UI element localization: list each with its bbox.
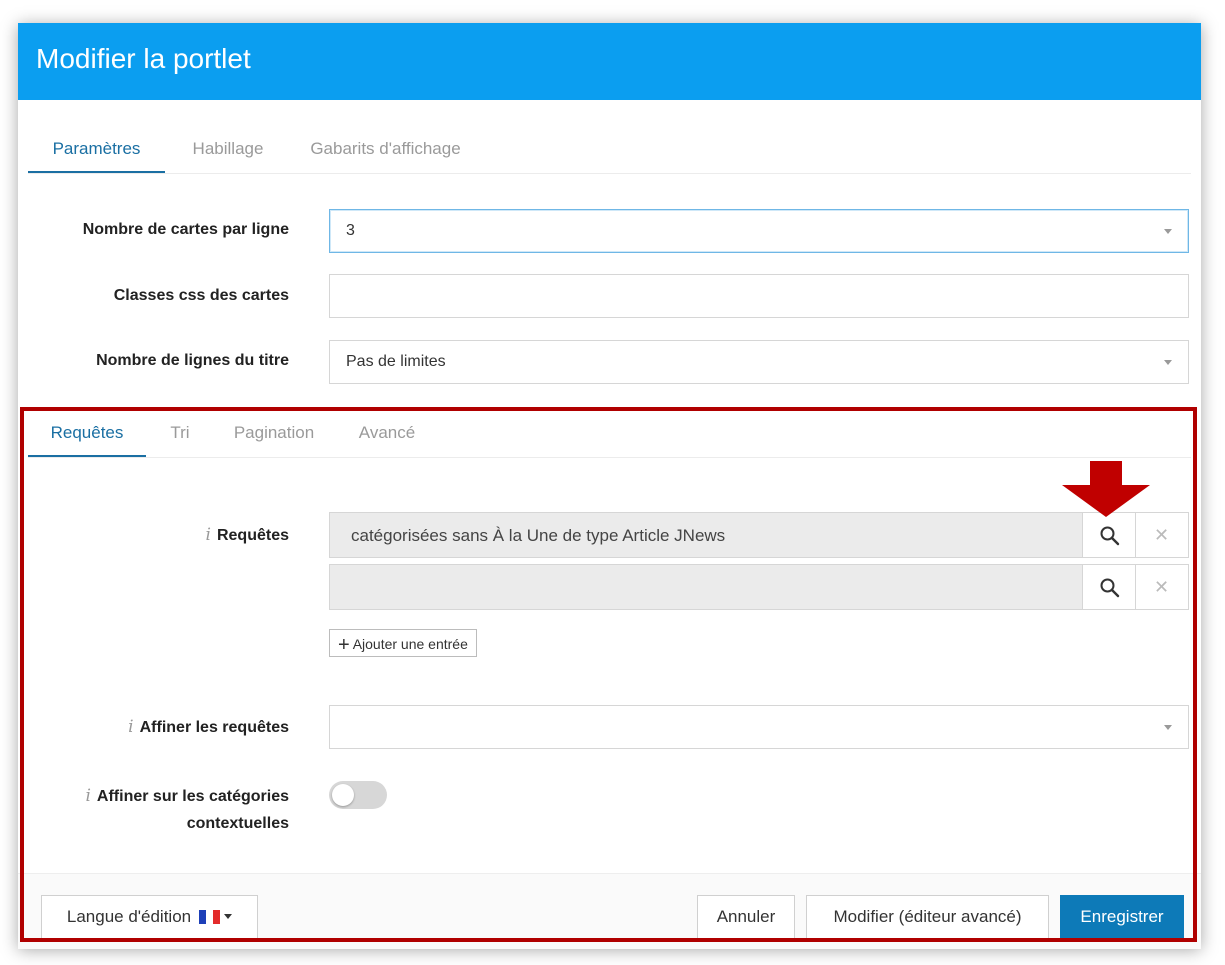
search-icon (1100, 526, 1120, 546)
advanced-editor-button[interactable]: Modifier (éditeur avancé) (806, 895, 1049, 939)
red-arrow-down-icon (1062, 461, 1150, 517)
save-button[interactable]: Enregistrer (1060, 895, 1184, 939)
dialog-footer: Langue d'édition Annuler Modifier (édite… (18, 873, 1201, 949)
refine-label: i Affiner les requêtes (128, 717, 289, 737)
add-entry-button[interactable]: + Ajouter une entrée (329, 629, 477, 657)
title-lines-select[interactable]: Pas de limites (329, 340, 1189, 384)
contextual-label: i Affiner sur les catégories contextuelle… (85, 786, 289, 832)
query-2-clear-button[interactable]: ✕ (1135, 564, 1189, 610)
title-lines-label: Nombre de lignes du titre (96, 352, 289, 369)
card-css-input[interactable] (329, 274, 1189, 318)
card-css-label: Classes css des cartes (113, 287, 289, 304)
queries-label: i Requêtes (205, 525, 289, 545)
tab-requetes[interactable]: Requêtes (28, 409, 146, 457)
caret-down-icon (224, 914, 233, 919)
query-entry-2[interactable] (329, 564, 1083, 610)
sub-tabs: Requêtes Tri Pagination Avancé (28, 409, 1191, 458)
query-2-search-button[interactable] (1082, 564, 1136, 610)
dialog-header: Modifier la portlet (18, 23, 1201, 100)
language-dropdown[interactable]: Langue d'édition (41, 895, 258, 939)
tab-habillage[interactable]: Habillage (178, 125, 278, 171)
tab-parametres[interactable]: Paramètres (28, 125, 165, 173)
tab-tri[interactable]: Tri (162, 409, 198, 455)
edit-portlet-dialog: Modifier la portlet Paramètres Habillage… (18, 23, 1201, 949)
chevron-down-icon (1164, 229, 1172, 234)
chevron-down-icon (1164, 725, 1172, 730)
french-flag-icon (199, 898, 221, 940)
plus-icon: + (338, 634, 350, 656)
query-1-clear-button[interactable]: ✕ (1135, 512, 1189, 558)
title-lines-value: Pas de limites (346, 353, 446, 370)
language-label: Langue d'édition (66, 907, 192, 926)
tab-gabarits[interactable]: Gabarits d'affichage (298, 125, 473, 171)
refine-select[interactable] (329, 705, 1189, 749)
query-entry-1[interactable]: catégorisées sans À la Une de type Artic… (329, 512, 1083, 558)
info-icon[interactable]: i (128, 717, 133, 737)
tab-avance[interactable]: Avancé (352, 409, 422, 455)
highlight-box (20, 407, 1197, 942)
main-tabs: Paramètres Habillage Gabarits d'affichag… (28, 125, 1191, 174)
close-icon: ✕ (1154, 577, 1170, 598)
toggle-knob (332, 784, 354, 806)
add-entry-label: Ajouter une entrée (352, 636, 468, 652)
query-entry-1-value: catégorisées sans À la Une de type Artic… (351, 526, 726, 545)
cancel-button[interactable]: Annuler (697, 895, 795, 939)
close-icon: ✕ (1154, 525, 1170, 546)
query-1-search-button[interactable] (1082, 512, 1136, 558)
cards-per-row-select[interactable]: 3 (329, 209, 1189, 253)
cards-per-row-label: Nombre de cartes par ligne (82, 221, 289, 238)
contextual-toggle[interactable] (329, 781, 387, 809)
chevron-down-icon (1164, 360, 1172, 365)
search-icon (1100, 578, 1120, 598)
tab-pagination[interactable]: Pagination (224, 409, 324, 455)
dialog-title: Modifier la portlet (36, 43, 251, 74)
cards-per-row-value: 3 (346, 222, 355, 239)
info-icon[interactable]: i (85, 786, 90, 806)
info-icon[interactable]: i (206, 525, 211, 545)
